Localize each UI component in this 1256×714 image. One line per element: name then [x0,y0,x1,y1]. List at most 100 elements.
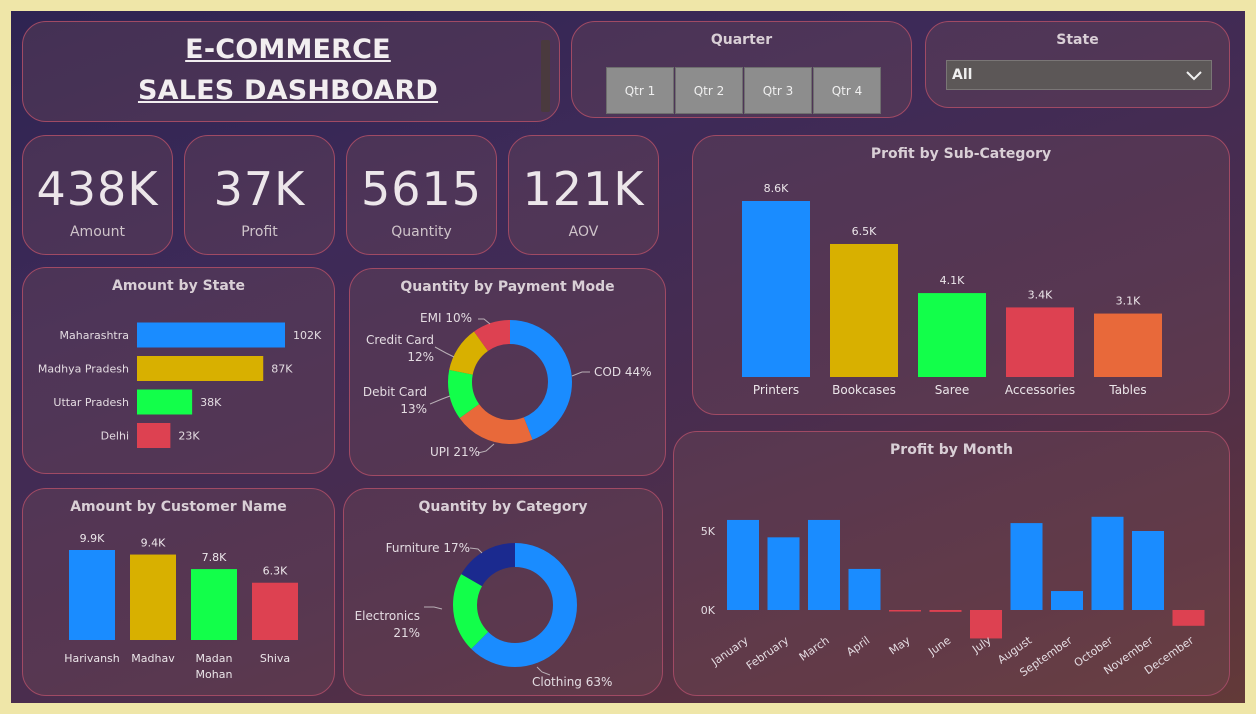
subcategory-data-label: 4.1K [940,274,965,287]
state-bar [137,322,285,348]
kpi-value: 37K [213,162,306,216]
category-leader-line [536,666,551,676]
customer-data-label: 7.8K [202,551,227,564]
profit-by-subcategory-chart: 8.6K Printers 6.5K Bookcases 4.1K Saree 3.4K Ac… [742,182,1162,397]
kpi-label: Profit [241,224,278,240]
subcategory-bar [830,243,898,377]
title-scrollbar[interactable] [541,40,550,112]
dashboard-title-line2: SALES DASHBOARD [137,75,439,106]
chevron-down-icon [1186,71,1202,81]
kpi-card-amount: 438K Amount [22,135,173,255]
subcategory-data-label: 8.6K [764,182,789,195]
kpi-label: Quantity [391,224,452,240]
state-axis-label: Delhi [101,430,129,443]
amount-by-state-chart: Maharashtra 102K Madhya Pradesh 87K Uttar Pr… [38,322,322,448]
month-bar [929,610,962,612]
customer-axis-label: Harivansh [64,652,120,665]
payment-mode-chart: COD 44% UPI 21% Debit Card 13% Credit Card 12… [363,311,652,459]
month-bar [1010,523,1043,610]
payment-mode-card: Quantity by Payment Mode COD 44% UPI 21% D… [349,268,666,476]
subcategory-axis-label: Saree [935,383,969,397]
subcategory-axis-label: Bookcases [832,383,896,397]
subcategory-axis-label: Printers [753,383,799,397]
state-data-label: 87K [271,363,293,376]
subcategory-bar [1006,307,1074,377]
profit-by-month-card: Profit by Month 5K 0K January February March… [673,431,1230,696]
customer-axis-label: Madhav [131,652,175,665]
month-axis-label: February [744,634,792,673]
subcategory-data-label: 3.1K [1116,295,1141,308]
month-bar [848,568,881,610]
profit-by-month-chart: 5K0KJanuaryFebruary March April May June July… [701,516,1205,679]
category-leader-line [469,547,483,554]
state-data-label: 102K [293,329,322,342]
kpi-label: AOV [568,224,599,240]
state-bar [137,389,193,415]
subcategory-axis-label: Tables [1108,383,1146,397]
state-axis-label: Maharashtra [60,329,130,342]
customer-bar [252,582,298,640]
category-data-label: Electronics 21% [355,609,420,640]
payment-leader-line [434,346,455,358]
quarter-button-qtr1[interactable]: Qtr 1 [606,67,674,114]
month-axis-label: April [844,634,872,659]
month-bar [1051,591,1083,610]
month-bar [767,537,800,610]
quarter-slicer-title: Quarter [710,32,773,48]
customer-bar [130,554,176,640]
kpi-label: Amount [69,224,125,240]
state-axis-label: Uttar Pradesh [53,396,129,409]
quantity-by-category-chart: Clothing 63% Electronics 21% Furniture 17% [355,541,613,689]
month-y-tick-label: 0K [701,604,716,617]
state-dropdown[interactable]: All [946,60,1212,90]
category-data-label: Clothing 63% [532,675,612,689]
customer-data-label: 6.3K [263,565,288,578]
kpi-card-profit: 37K Profit [184,135,335,255]
quarter-button-qtr4[interactable]: Qtr 4 [813,67,881,114]
amount-by-state-card: Amount by State Maharashtra 102K Madhya Pr… [22,267,335,474]
quarter-button-qtr3[interactable]: Qtr 3 [744,67,812,114]
month-bar [889,610,921,612]
amount-by-customer-chart: 9.9K Harivansh 9.4K Madhav 7.8K Madan Mohan 6.3… [64,532,298,681]
state-bar [137,356,264,381]
customer-data-label: 9.9K [80,532,105,545]
kpi-value: 438K [36,162,159,216]
state-axis-label: Madhya Pradesh [38,363,129,376]
customer-axis-label: Shiva [260,652,290,665]
kpi-value: 5615 [360,162,483,216]
state-data-label: 38K [200,396,222,409]
category-data-label: Furniture 17% [386,541,470,555]
month-bar [1132,531,1164,610]
state-slicer-title: State [1056,32,1099,48]
payment-leader-line [429,395,451,405]
kpi-card-quantity: 5615 Quantity [346,135,497,255]
month-axis-label: March [797,634,832,664]
dashboard-title-line1: E-COMMERCE [185,34,391,65]
customer-data-label: 9.4K [141,537,166,550]
subcategory-bar [918,293,986,377]
subcategory-bar [1094,313,1162,377]
subcategory-bar [742,201,810,377]
payment-data-label: Credit Card 12% [366,333,434,364]
dashboard-canvas: E-COMMERCE SALES DASHBOARD Quarter Qtr 1… [11,11,1245,703]
month-axis-label: June [925,634,953,659]
quarter-button-qtr2[interactable]: Qtr 2 [675,67,743,114]
month-bar [808,519,840,610]
month-bar [1091,516,1124,610]
state-dropdown-value: All [952,67,973,83]
customer-axis-label: Madan Mohan [196,652,233,681]
state-data-label: 23K [178,430,200,443]
subcategory-data-label: 6.5K [852,225,877,238]
subcategory-axis-label: Accessories [1005,383,1075,397]
quarter-slicer: Quarter Qtr 1 Qtr 2 Qtr 3 Qtr 4 [571,21,912,118]
payment-leader-line [477,443,495,454]
amount-by-customer-card: Amount by Customer Name 9.9K Harivansh 9.4… [22,488,335,696]
payment-data-label: UPI 21% [430,445,480,459]
payment-data-label: COD 44% [594,365,652,379]
category-leader-line [424,606,443,610]
month-y-tick-label: 5K [701,525,716,538]
payment-data-label: Debit Card 13% [363,385,427,416]
kpi-value: 121K [522,162,645,216]
month-bar [1172,610,1205,626]
quantity-by-category-card: Quantity by Category Clothing 63% Electro… [343,488,663,696]
